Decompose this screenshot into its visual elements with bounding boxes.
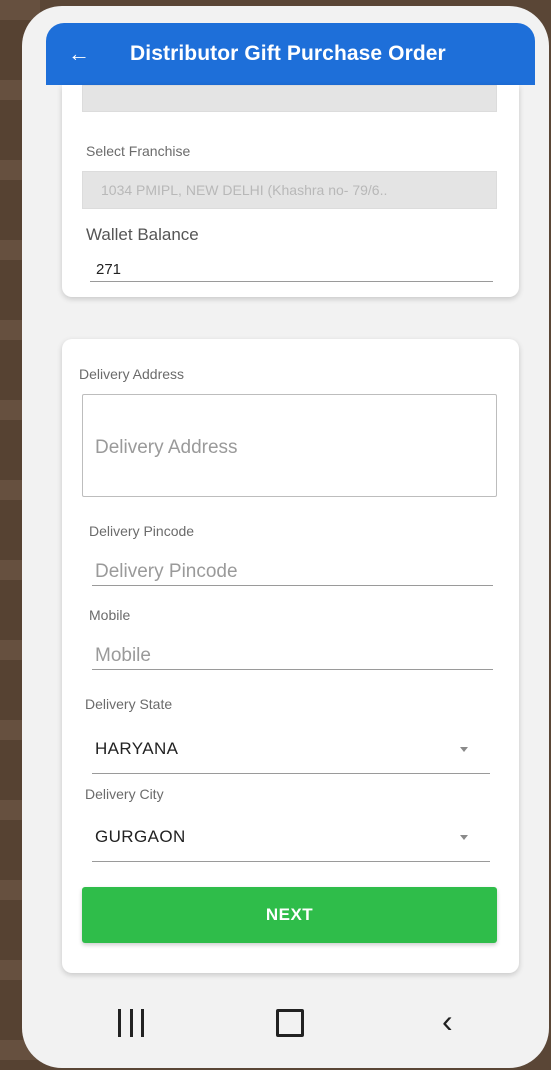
- delivery-city-select[interactable]: GURGAON: [92, 817, 490, 859]
- delivery-pincode-placeholder: Delivery Pincode: [95, 561, 238, 582]
- system-nav-bar: ‹: [22, 991, 549, 1061]
- franchise-card: Select Franchise 1034 PMIPL, NEW DELHI (…: [62, 85, 519, 297]
- delivery-city-label: Delivery City: [85, 786, 164, 802]
- pincode-underline: [92, 585, 493, 586]
- delivery-address-input[interactable]: Delivery Address: [82, 394, 497, 497]
- wallet-label: Wallet Balance: [86, 225, 199, 244]
- wallet-value: 271: [96, 261, 122, 278]
- delivery-state-value: HARYANA: [95, 739, 179, 758]
- delivery-pincode-label: Delivery Pincode: [89, 523, 195, 539]
- mobile-label: Mobile: [89, 607, 131, 623]
- franchise-label: Select Franchise: [86, 143, 191, 159]
- delivery-city-value: GURGAON: [95, 827, 186, 846]
- disabled-field-top: [82, 85, 497, 112]
- app-bar: ← Distributor Gift Purchase Order: [46, 23, 535, 85]
- chevron-down-icon: [460, 835, 468, 840]
- delivery-card: Delivery Address Delivery Address Delive…: [62, 339, 519, 973]
- recent-apps-icon[interactable]: [118, 1009, 144, 1037]
- delivery-state-select[interactable]: HARYANA: [92, 729, 490, 771]
- home-icon[interactable]: [276, 1009, 304, 1037]
- mobile-placeholder: Mobile: [95, 645, 151, 666]
- chevron-down-icon: [460, 747, 468, 752]
- delivery-pincode-input[interactable]: Delivery Pincode: [92, 553, 493, 585]
- back-chevron-icon[interactable]: ‹: [442, 1005, 453, 1037]
- delivery-address-label: Delivery Address: [79, 366, 185, 382]
- city-underline: [92, 861, 490, 862]
- phone-screen: ← Distributor Gift Purchase Order Select…: [22, 6, 549, 1068]
- franchise-value: 1034 PMIPL, NEW DELHI (Khashra no- 79/6.…: [101, 182, 388, 198]
- page-title: Distributor Gift Purchase Order: [130, 42, 446, 65]
- franchise-select[interactable]: 1034 PMIPL, NEW DELHI (Khashra no- 79/6.…: [82, 171, 497, 209]
- delivery-state-label: Delivery State: [85, 696, 173, 712]
- arrow-left-icon[interactable]: ←: [68, 43, 108, 65]
- state-underline: [92, 773, 490, 774]
- mobile-underline: [92, 669, 493, 670]
- wallet-underline: [90, 281, 493, 282]
- next-button[interactable]: NEXT: [82, 887, 497, 943]
- delivery-address-placeholder: Delivery Address: [95, 437, 238, 458]
- mobile-input[interactable]: Mobile: [92, 637, 493, 669]
